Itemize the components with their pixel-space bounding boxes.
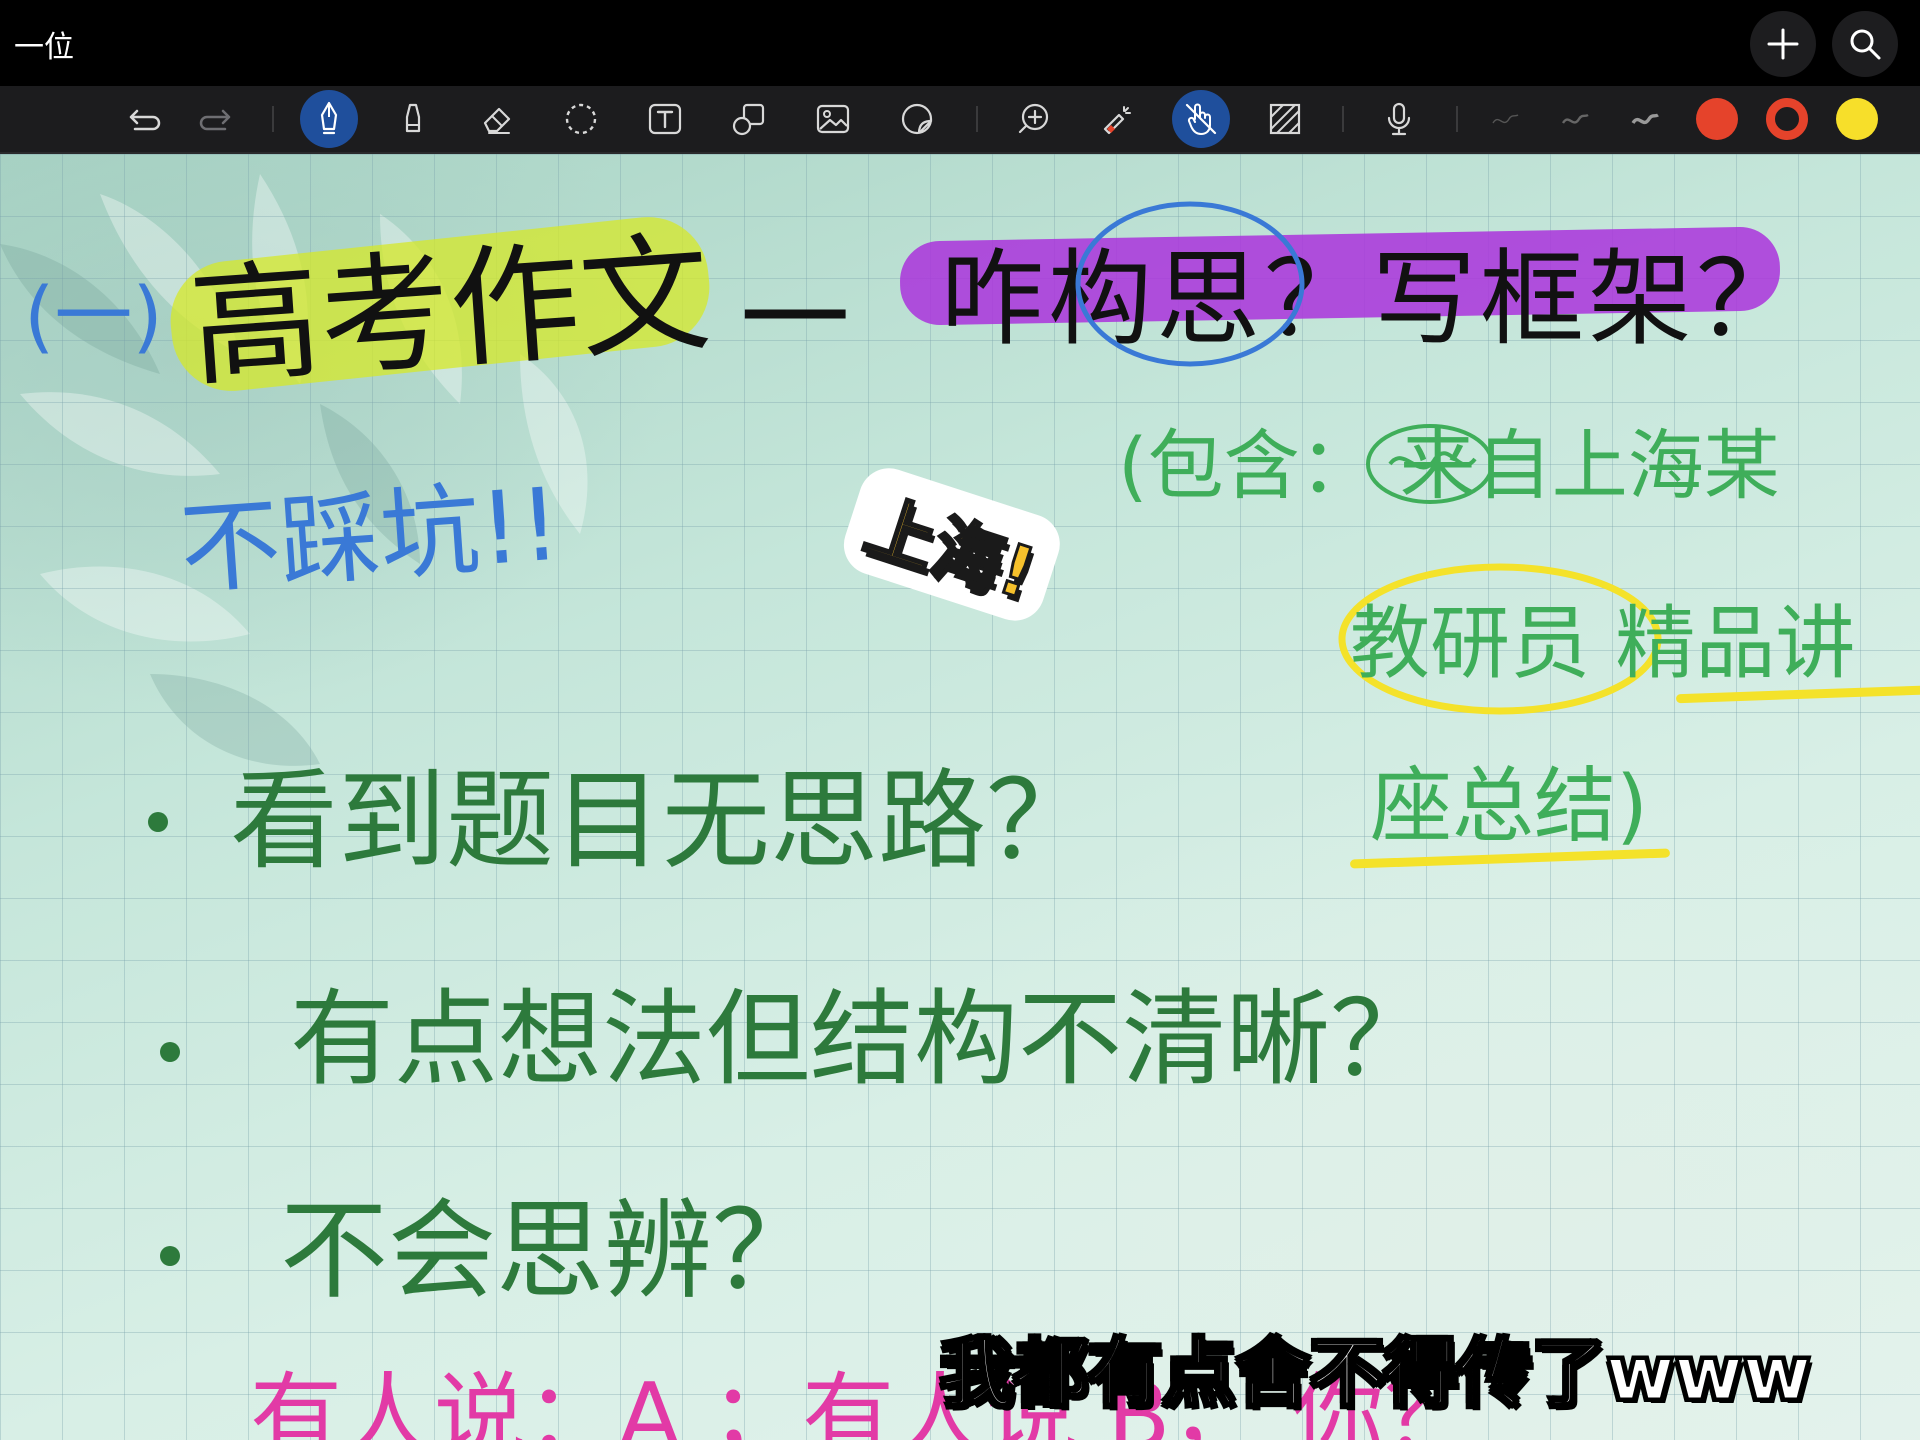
bullet-dot bbox=[160, 1042, 180, 1062]
search-icon bbox=[1850, 29, 1881, 60]
highlighter-icon bbox=[405, 103, 421, 133]
heading-prefix: (一) bbox=[24, 272, 163, 362]
no-pitfalls-text: 不踩坑!! bbox=[176, 465, 564, 609]
toolbar-divider bbox=[1342, 106, 1344, 132]
note-canvas[interactable]: (一) 高考作文 一 咋构思？写框架？ 不踩坑!! 上海! (包含： 来自上海某… bbox=[0, 154, 1920, 1440]
video-subtitle: 我都有点舍不得传了www bbox=[938, 1330, 1812, 1419]
microphone-icon bbox=[1387, 102, 1411, 136]
sticker-icon bbox=[901, 103, 933, 135]
side-note-line2: 教研员 精品讲 bbox=[1350, 597, 1856, 690]
laser-pointer-icon bbox=[1103, 106, 1131, 135]
color-swatch-red[interactable] bbox=[1696, 98, 1738, 140]
stroke-thick-icon bbox=[1631, 113, 1659, 125]
stroke-thin-icon bbox=[1492, 114, 1519, 124]
redo-button[interactable] bbox=[186, 90, 244, 148]
undo-icon bbox=[129, 109, 161, 131]
text-tool[interactable] bbox=[636, 90, 694, 148]
image-tool[interactable] bbox=[804, 90, 862, 148]
toolbar-divider bbox=[272, 106, 274, 132]
laser-pointer-tool[interactable] bbox=[1088, 90, 1146, 148]
stroke-width-thick[interactable] bbox=[1616, 90, 1674, 148]
stroke-width-medium[interactable] bbox=[1546, 90, 1604, 148]
pen-icon bbox=[320, 101, 338, 135]
eraser-icon bbox=[483, 107, 511, 134]
side-note-line3: 座总结) bbox=[1370, 759, 1648, 854]
eraser-tool[interactable] bbox=[468, 90, 526, 148]
toolbar-divider bbox=[976, 106, 978, 132]
scribble-oval bbox=[1366, 424, 1494, 504]
toolbar-divider bbox=[1456, 106, 1458, 132]
search-button[interactable] bbox=[1832, 11, 1898, 77]
zoom-icon bbox=[1018, 103, 1049, 134]
bullet-item-2: 有点想法但结构不清晰？ bbox=[290, 978, 1435, 1100]
color-swatch-yellow[interactable] bbox=[1836, 98, 1878, 140]
hatch-icon bbox=[1269, 103, 1301, 135]
title-bar: 一位 bbox=[0, 0, 1920, 86]
shapes-icon bbox=[732, 103, 765, 136]
bullet-dot bbox=[160, 1246, 180, 1266]
hand-draw-icon bbox=[1185, 103, 1217, 135]
text-icon bbox=[648, 103, 682, 135]
add-button[interactable] bbox=[1750, 11, 1816, 77]
hatch-tool[interactable] bbox=[1256, 90, 1314, 148]
highlighter-tool[interactable] bbox=[384, 90, 442, 148]
stroke-width-thin[interactable] bbox=[1476, 90, 1534, 148]
bullet-item-1: 看到题目无思路？ bbox=[230, 759, 1095, 884]
hand-draw-toggle[interactable] bbox=[1172, 90, 1230, 148]
redo-icon bbox=[199, 109, 231, 131]
toolbar bbox=[0, 86, 1920, 154]
bullet-item-3: 不会思辨？ bbox=[280, 1189, 821, 1314]
bullet-dot bbox=[148, 812, 168, 832]
color-swatch-red-ring[interactable] bbox=[1766, 98, 1808, 140]
lasso-tool[interactable] bbox=[552, 90, 610, 148]
stroke-medium-icon bbox=[1561, 113, 1589, 124]
shapes-tool[interactable] bbox=[720, 90, 778, 148]
zoom-tool[interactable] bbox=[1006, 90, 1064, 148]
undo-button[interactable] bbox=[116, 90, 174, 148]
pen-tool[interactable] bbox=[300, 90, 358, 148]
heading-main: 高考作文 bbox=[185, 216, 715, 405]
microphone-button[interactable] bbox=[1370, 90, 1428, 148]
sticker-tool[interactable] bbox=[888, 90, 946, 148]
image-icon bbox=[816, 104, 850, 134]
heading-dash: 一 bbox=[740, 255, 850, 383]
circle-annotation-blue bbox=[1075, 201, 1305, 367]
document-title[interactable]: 一位 bbox=[14, 22, 74, 66]
lasso-icon bbox=[565, 103, 597, 135]
add-icon bbox=[1767, 28, 1799, 60]
